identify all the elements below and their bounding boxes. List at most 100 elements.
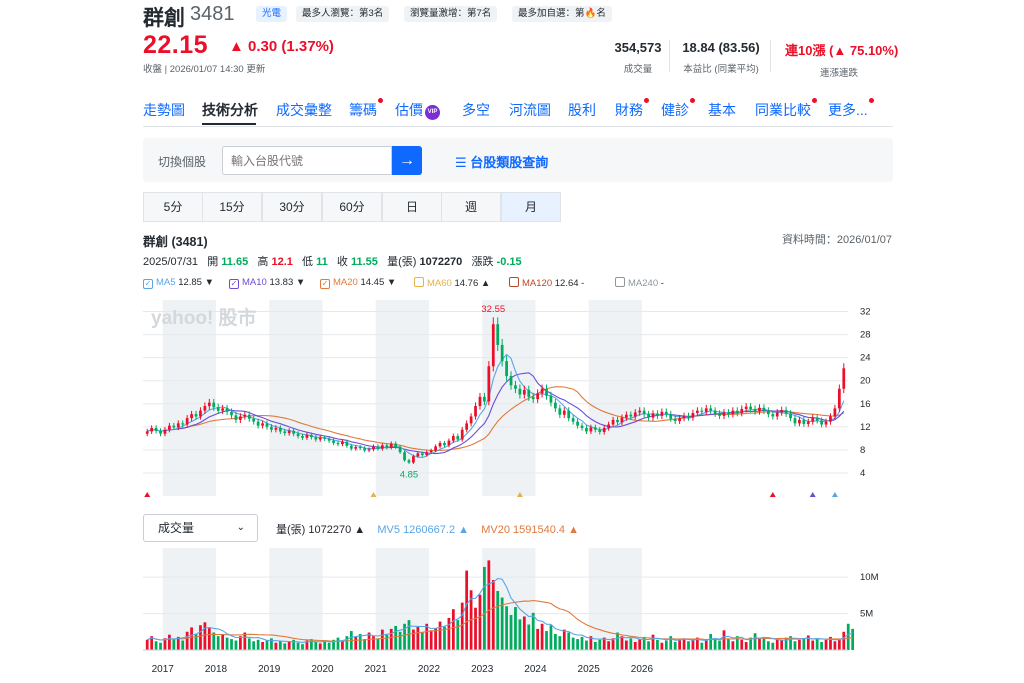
volume-bar	[487, 560, 491, 650]
y-tick-label: 4	[860, 468, 865, 479]
signal-marker-icon	[370, 492, 377, 497]
candle-body	[842, 368, 846, 389]
candle-body	[704, 408, 708, 412]
candle-body	[358, 447, 362, 449]
candle	[793, 415, 797, 427]
candle-body	[332, 440, 335, 443]
x-tick-label: 2021	[365, 664, 388, 675]
volume-bar	[678, 639, 681, 650]
ma-legend-ma120[interactable]: MA120 12.64 -	[509, 277, 584, 289]
year-band	[588, 300, 642, 496]
ma-value: 13.83 ▼	[269, 277, 306, 288]
volume-bar	[301, 644, 304, 650]
tab-river[interactable]: 河流圖	[509, 100, 551, 120]
ma-label: MA60	[427, 278, 455, 289]
volume-bar	[203, 622, 207, 650]
ma-legend-ma5[interactable]: ✓ MA5 12.85 ▼	[143, 277, 214, 289]
candle	[687, 412, 690, 421]
ma-legend-ma20[interactable]: ✓ MA20 14.45 ▼	[320, 277, 396, 289]
candle-body	[678, 418, 681, 422]
new-dot-icon	[378, 98, 383, 103]
candle	[811, 414, 815, 425]
checkbox-icon[interactable]: ✓	[229, 279, 239, 289]
checkbox-icon[interactable]: ✓	[143, 279, 153, 289]
candle-body	[474, 406, 477, 417]
price-chart[interactable]: 4 8 12 16 20 24 28 32 yahoo! 股市 32.55 4.85	[143, 300, 893, 502]
volume-bar	[633, 641, 637, 650]
industry-badge[interactable]: 光電	[256, 6, 288, 22]
x-tick-label: 2026	[631, 664, 654, 675]
vip-icon: VIP	[425, 105, 440, 120]
period-15min[interactable]: 15分	[202, 192, 262, 222]
volume-bar	[722, 630, 726, 650]
candle-body	[261, 423, 264, 426]
candle	[656, 410, 659, 420]
candle	[682, 412, 686, 422]
tab-health[interactable]: 健診	[661, 98, 695, 120]
period-60min[interactable]: 60分	[322, 192, 382, 222]
period-week[interactable]: 週	[441, 192, 501, 222]
tab-trades[interactable]: 成交彙整	[276, 100, 332, 120]
checkbox-icon[interactable]	[414, 277, 424, 287]
checkbox-icon[interactable]	[615, 277, 625, 287]
checkbox-icon[interactable]: ✓	[320, 279, 330, 289]
volume-bar	[567, 632, 571, 650]
ma-legend-ma60[interactable]: MA60 14.76 ▲	[414, 277, 490, 289]
volume-bar	[682, 638, 686, 650]
candle	[243, 411, 247, 420]
tab-financial[interactable]: 財務	[615, 98, 649, 120]
period-5min[interactable]: 5分	[143, 192, 203, 222]
y-tick-label: 12	[860, 422, 871, 433]
candle-body	[305, 434, 309, 438]
volume-bar	[323, 641, 327, 650]
candle-body	[607, 424, 611, 428]
candle-body	[780, 410, 784, 413]
volume-bar	[647, 641, 650, 650]
ma-legend-ma10[interactable]: ✓ MA10 13.83 ▼	[229, 277, 305, 289]
candle-body	[159, 430, 162, 434]
candle-body	[185, 418, 189, 425]
tab-longshort[interactable]: 多空	[462, 100, 490, 120]
candle	[647, 410, 650, 421]
volume-bar	[718, 640, 721, 650]
volume-bar	[536, 628, 540, 650]
candle-body	[327, 438, 331, 441]
candle-body	[682, 415, 686, 419]
ma-label: MA5	[156, 277, 179, 288]
category-search-link[interactable]: ☰ 台股類股查詢	[455, 152, 548, 171]
volume-bar	[247, 638, 251, 650]
tab-peers[interactable]: 同業比較	[755, 98, 817, 120]
tab-dividend[interactable]: 股利	[568, 100, 596, 120]
tab-technical[interactable]: 技術分析	[202, 100, 258, 120]
search-submit-button[interactable]: →	[392, 146, 422, 175]
candle	[580, 422, 584, 431]
ma-label: MA240	[628, 278, 661, 289]
candle-body	[771, 414, 775, 417]
candle-body	[722, 412, 726, 416]
y-tick-label: 28	[860, 330, 871, 341]
tab-trend[interactable]: 走勢圖	[143, 100, 185, 120]
tab-chips[interactable]: 籌碼	[349, 98, 383, 120]
checkbox-icon[interactable]	[509, 277, 519, 287]
tab-more[interactable]: 更多...	[828, 98, 874, 120]
period-day[interactable]: 日	[382, 192, 442, 222]
candle-body	[651, 413, 655, 418]
candle-body	[744, 406, 748, 409]
tab-valuation[interactable]: 估價 VIP	[395, 100, 440, 120]
bar-date: 2025/07/31	[143, 256, 199, 268]
candle-body	[376, 446, 380, 449]
volume-bar	[376, 638, 380, 650]
period-month[interactable]: 月	[501, 192, 561, 222]
stock-code-input[interactable]	[222, 146, 392, 175]
period-30min[interactable]: 30分	[262, 192, 322, 222]
tab-basic[interactable]: 基本	[708, 100, 736, 120]
candle-body	[385, 445, 389, 448]
candle-body	[345, 441, 349, 446]
volume-bar	[434, 628, 437, 650]
ma-legend-ma240[interactable]: MA240 -	[615, 277, 664, 289]
candle	[740, 405, 744, 417]
volume-chart[interactable]: 5M 10M 2017 2018 2019 2020 2021 2022 2023 2024 202…	[143, 548, 893, 678]
candle	[341, 439, 344, 447]
candle-body	[496, 324, 500, 345]
indicator-select[interactable]: 成交量 ⌄	[143, 514, 258, 542]
